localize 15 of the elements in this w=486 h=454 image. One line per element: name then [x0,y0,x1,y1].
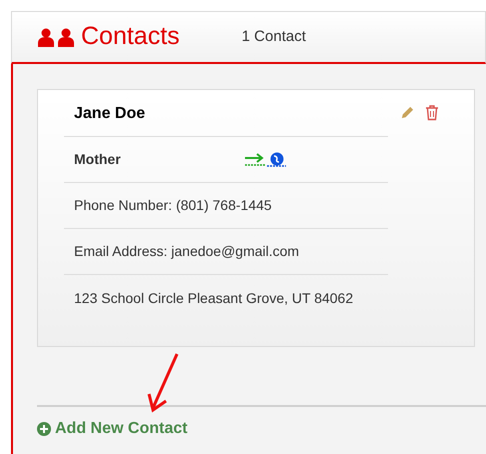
relationship-label: Mother [74,150,122,169]
page-title: Contacts [81,21,180,52]
email-address: Email Address: janedoe@gmail.com [74,242,300,261]
people-icon [37,28,77,46]
arrow-icon[interactable] [244,152,266,166]
pencil-icon[interactable] [400,105,415,120]
contact-count: 1 Contact [242,26,306,47]
trash-icon[interactable] [425,105,439,121]
street-address: 123 School Circle Pleasant Grove, UT 84062 [74,288,354,308]
annotation-arrow [145,352,181,414]
plus-circle-icon [37,422,51,436]
add-contact-link[interactable]: Add New Contact [37,417,188,441]
phone-number: Phone Number: (801) 768-1445 [74,196,272,215]
globe-icon[interactable] [266,152,286,168]
contact-name: Jane Doe [74,104,146,124]
